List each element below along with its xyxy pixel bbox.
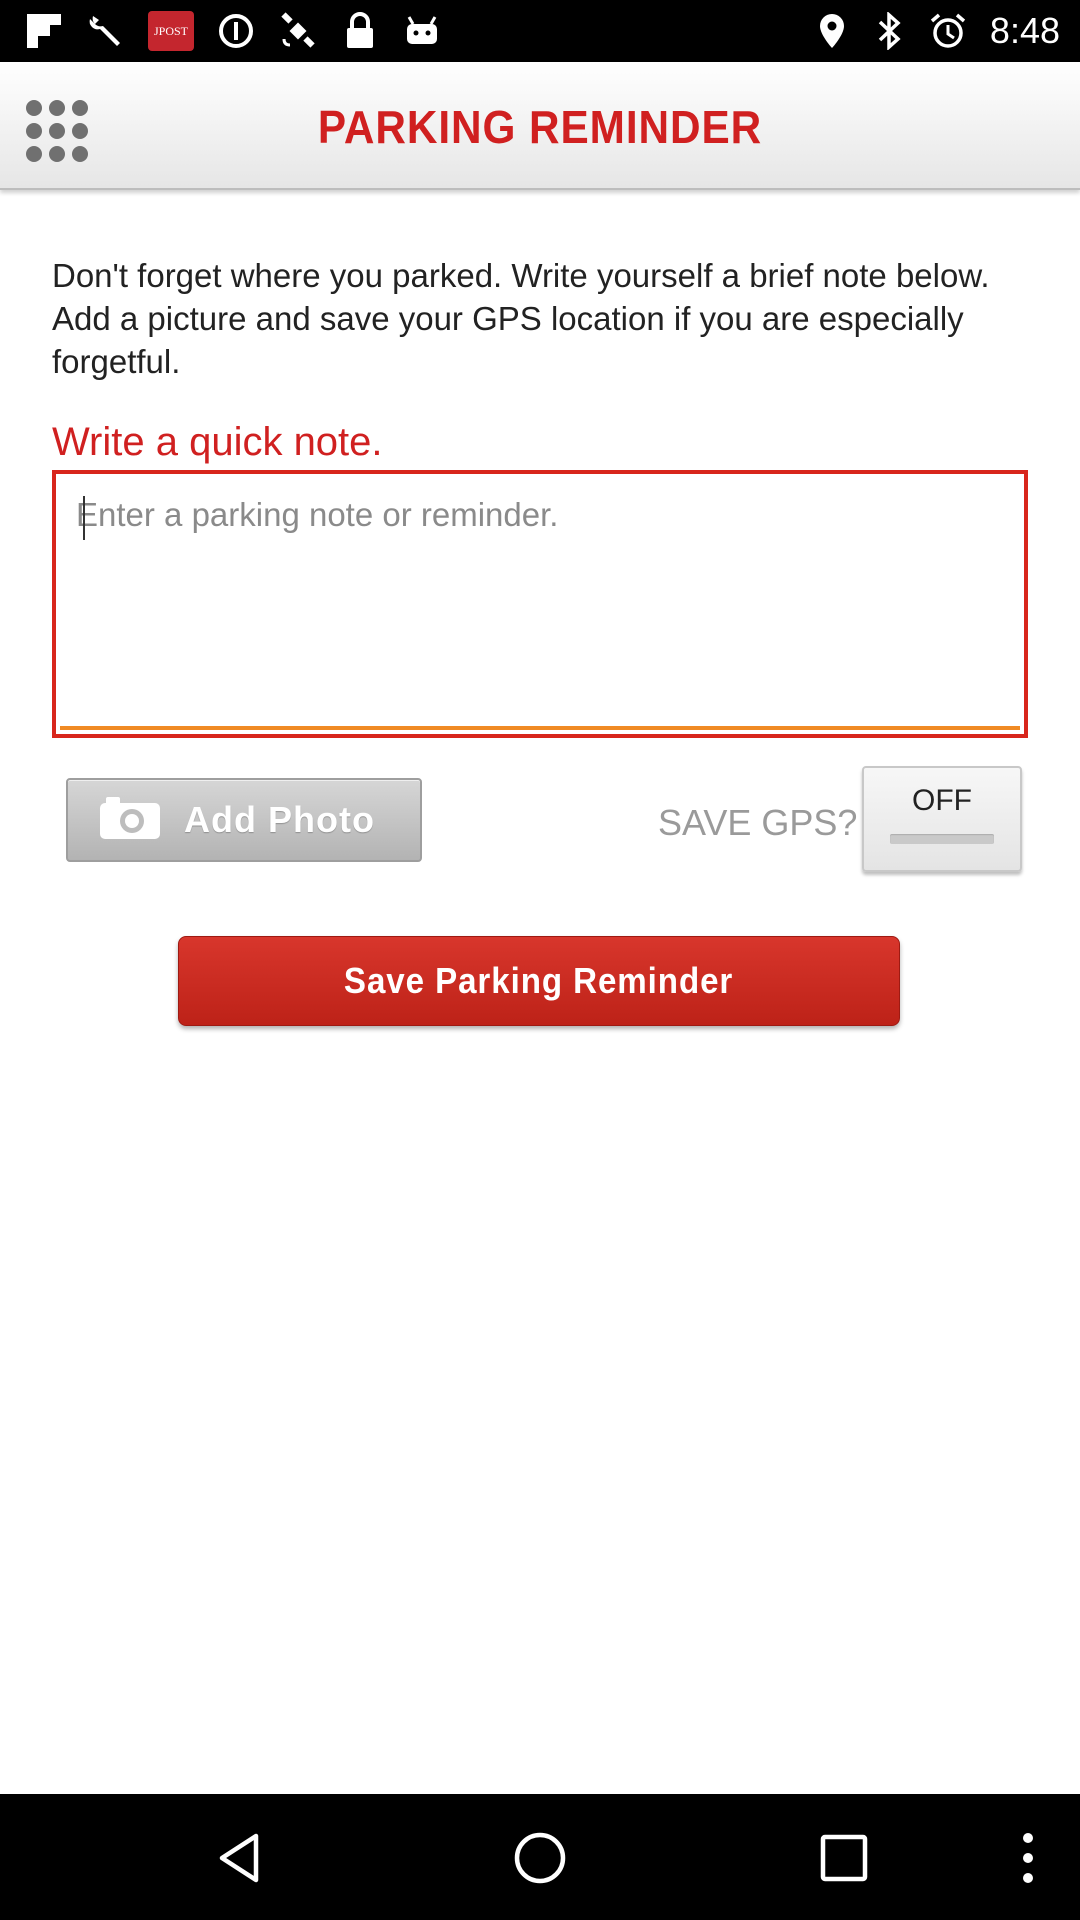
save-button-label: Save Parking Reminder (344, 960, 734, 1001)
clock: 8:48 (989, 10, 1060, 51)
text-caret (83, 496, 85, 540)
bluetooth-icon (870, 11, 910, 51)
overflow-menu-icon[interactable] (988, 1818, 1068, 1898)
android-icon (402, 11, 442, 51)
back-icon[interactable] (200, 1818, 280, 1898)
gps-toggle[interactable]: OFF (862, 766, 1022, 872)
notification-icons: JPOST (24, 10, 442, 52)
system-icons: 8:48 (812, 10, 1060, 52)
add-photo-button[interactable]: Add Photo (66, 778, 422, 862)
save-gps-label: SAVE GPS? (658, 802, 858, 843)
location-icon (812, 11, 852, 51)
navigation-bar (0, 1794, 1080, 1920)
gps-toggle-indicator (890, 834, 994, 844)
camera-icon (98, 795, 162, 846)
gps-satellite-icon (278, 11, 318, 51)
recents-icon[interactable] (804, 1818, 884, 1898)
home-icon[interactable] (500, 1818, 580, 1898)
wrench-icon (86, 11, 126, 51)
gps-toggle-state: OFF (912, 784, 972, 817)
note-field-container (52, 470, 1028, 738)
ipost-app-icon: JPOST (148, 11, 194, 51)
page-title: PARKING REMINDER (317, 101, 763, 153)
flipboard-icon (24, 11, 64, 51)
note-heading: Write a quick note. (52, 420, 383, 464)
note-field-underline (60, 478, 1020, 730)
lock-icon (340, 11, 380, 51)
status-bar: JPOST 8:48 (0, 0, 1080, 62)
app-header: PARKING REMINDER (0, 62, 1080, 190)
alarm-icon (928, 11, 968, 51)
add-photo-label: Add Photo (184, 799, 375, 840)
data-saver-icon (216, 11, 256, 51)
intro-text: Don't forget where you parked. Write you… (52, 257, 990, 380)
note-input[interactable] (76, 496, 1004, 716)
save-parking-reminder-button[interactable]: Save Parking Reminder (178, 936, 900, 1026)
